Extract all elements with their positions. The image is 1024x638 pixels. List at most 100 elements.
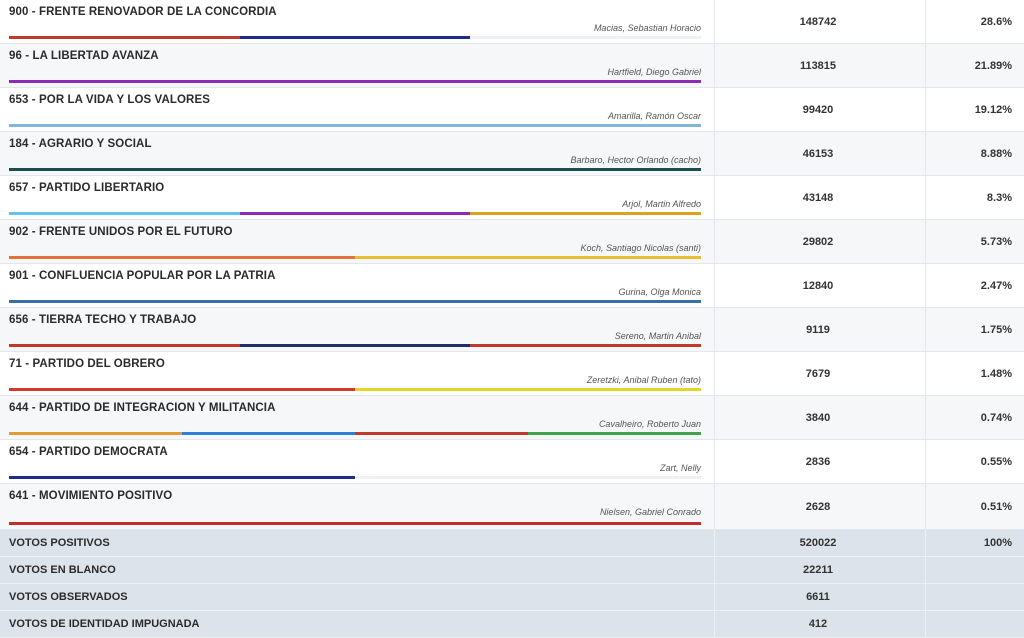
bar-segment	[470, 344, 702, 347]
percent-value: 21.89%	[974, 59, 1012, 72]
percent-value: 0.51%	[980, 500, 1012, 513]
votes-value: 29802	[715, 220, 926, 263]
party-cell: 184 - AGRARIO Y SOCIAL Barbaro, Hector Or…	[0, 132, 715, 175]
party-color-bar	[9, 124, 701, 127]
bar-segment	[9, 344, 240, 347]
summary-row: VOTOS OBSERVADOS 6611	[0, 584, 1024, 611]
candidate-name: Gurina, Olga Monica	[618, 287, 701, 297]
party-cell: 657 - PARTIDO LIBERTARIO Arjol, Martin Al…	[0, 176, 715, 219]
bar-segment	[239, 36, 471, 39]
party-row: 184 - AGRARIO Y SOCIAL Barbaro, Hector Or…	[0, 132, 1024, 176]
party-color-bar	[9, 80, 701, 83]
party-name: 653 - POR LA VIDA Y LOS VALORES	[9, 94, 210, 106]
candidate-name: Nielsen, Gabriel Conrado	[599, 507, 701, 517]
party-row: 71 - PARTIDO DEL OBRERO Zeretzki, Anibal …	[0, 352, 1024, 396]
summary-percent: 100%	[983, 537, 1012, 549]
bar-segment	[239, 344, 471, 347]
party-name: 902 - FRENTE UNIDOS POR EL FUTURO	[9, 226, 233, 238]
percent-value: 1.48%	[980, 367, 1012, 380]
percent-value: 0.55%	[980, 455, 1012, 468]
party-row: 641 - MOVIMIENTO POSITIVO Nielsen, Gabrie…	[0, 484, 1024, 530]
party-row: 96 - LA LIBERTAD AVANZA Hartfield, Diego …	[0, 44, 1024, 88]
summary-label: VOTOS EN BLANCO	[9, 564, 116, 576]
percent-value: 19.12%	[974, 103, 1012, 116]
candidate-name: Koch, Santiago Nicolas (santi)	[580, 243, 701, 253]
party-cell: 641 - MOVIMIENTO POSITIVO Nielsen, Gabrie…	[0, 484, 715, 529]
party-name: 901 - CONFLUENCIA POPULAR POR LA PATRIA	[9, 270, 276, 282]
bar-segment	[470, 212, 702, 215]
candidate-name: Cavalheiro, Roberto Juan	[598, 419, 701, 429]
party-name: 900 - FRENTE RENOVADOR DE LA CONCORDIA	[9, 6, 277, 18]
votes-value: 43148	[715, 176, 926, 219]
candidate-name: Arjol, Martin Alfredo	[622, 199, 701, 209]
summary-votes: 6611	[715, 584, 926, 610]
party-color-bar	[9, 388, 701, 391]
candidate-name: Barbaro, Hector Orlando (cacho)	[570, 155, 701, 165]
votes-value: 2628	[715, 484, 926, 529]
party-color-bar	[9, 212, 702, 215]
candidate-name: Amarilla, Ramón Oscar	[607, 111, 701, 121]
party-cell: 901 - CONFLUENCIA POPULAR POR LA PATRIA G…	[0, 264, 715, 307]
party-cell: 653 - POR LA VIDA Y LOS VALORES Amarilla,…	[0, 88, 715, 131]
party-name: 96 - LA LIBERTAD AVANZA	[9, 50, 159, 62]
bar-segment	[182, 432, 355, 435]
percent-value: 0.74%	[980, 411, 1012, 424]
bar-segment	[9, 388, 355, 391]
votes-value: 113815	[715, 44, 926, 87]
party-row: 901 - CONFLUENCIA POPULAR POR LA PATRIA G…	[0, 264, 1024, 308]
party-row: 657 - PARTIDO LIBERTARIO Arjol, Martin Al…	[0, 176, 1024, 220]
party-row: 654 - PARTIDO DEMOCRATA Zart, Nelly 2836 0.…	[0, 440, 1024, 484]
results-table: 900 - FRENTE RENOVADOR DE LA CONCORDIA Ma…	[0, 0, 1024, 638]
summary-row: VOTOS EN BLANCO 22211	[0, 557, 1024, 584]
candidate-name: Sereno, Martin Anibal	[614, 331, 701, 341]
party-name: 654 - PARTIDO DEMOCRATA	[9, 446, 168, 458]
party-row: 653 - POR LA VIDA Y LOS VALORES Amarilla,…	[0, 88, 1024, 132]
candidate-name: Hartfield, Diego Gabriel	[607, 67, 701, 77]
candidate-name: Zart, Nelly	[659, 463, 701, 473]
summary-label-cell: VOTOS EN BLANCO	[0, 557, 715, 583]
percent-value: 28.6%	[980, 15, 1012, 28]
party-color-bar	[9, 344, 702, 347]
party-cell: 71 - PARTIDO DEL OBRERO Zeretzki, Anibal …	[0, 352, 715, 395]
summary-percent	[926, 557, 1024, 583]
percent-value: 8.3%	[986, 191, 1012, 204]
summary-label: VOTOS OBSERVADOS	[9, 591, 128, 603]
party-cell: 644 - PARTIDO DE INTEGRACION Y MILITANCI…	[0, 396, 715, 439]
party-color-bar	[9, 168, 701, 171]
summary-votes: 520022	[715, 530, 926, 556]
bar-segment	[355, 476, 701, 479]
summary-votes: 22211	[715, 557, 926, 583]
bar-segment	[9, 256, 355, 259]
party-cell: 902 - FRENTE UNIDOS POR EL FUTURO Koch, S…	[0, 220, 715, 263]
party-color-bar	[9, 432, 701, 435]
summary-row: VOTOS DE IDENTIDAD IMPUGNADA 412	[0, 611, 1024, 638]
bar-segment	[9, 212, 240, 215]
party-name: 641 - MOVIMIENTO POSITIVO	[9, 490, 173, 502]
party-color-bar	[9, 36, 702, 39]
votes-value: 9119	[715, 308, 926, 351]
party-row: 902 - FRENTE UNIDOS POR EL FUTURO Koch, S…	[0, 220, 1024, 264]
votes-value: 2836	[715, 440, 926, 483]
votes-value: 99420	[715, 88, 926, 131]
party-name: 656 - TIERRA TECHO Y TRABAJO	[9, 314, 197, 326]
summary-label: VOTOS DE IDENTIDAD IMPUGNADA	[9, 618, 200, 630]
summary-votes: 412	[715, 611, 926, 637]
percent-value: 8.88%	[980, 147, 1012, 160]
summary-label-cell: VOTOS DE IDENTIDAD IMPUGNADA	[0, 611, 715, 637]
percent-value: 1.75%	[980, 323, 1012, 336]
party-cell: 96 - LA LIBERTAD AVANZA Hartfield, Diego …	[0, 44, 715, 87]
bar-segment	[9, 522, 701, 525]
percent-value: 2.47%	[980, 279, 1012, 292]
summary-percent	[926, 584, 1024, 610]
party-cell: 900 - FRENTE RENOVADOR DE LA CONCORDIA Ma…	[0, 0, 715, 43]
bar-segment	[239, 212, 471, 215]
bar-segment	[355, 256, 701, 259]
bar-segment	[9, 80, 701, 83]
bar-segment	[470, 36, 702, 39]
party-cell: 654 - PARTIDO DEMOCRATA Zart, Nelly	[0, 440, 715, 483]
summary-row: VOTOS POSITIVOS 520022 100%	[0, 530, 1024, 557]
bar-segment	[528, 432, 701, 435]
party-row: 900 - FRENTE RENOVADOR DE LA CONCORDIA Ma…	[0, 0, 1024, 44]
summary-label-cell: VOTOS POSITIVOS	[0, 530, 715, 556]
votes-value: 7679	[715, 352, 926, 395]
